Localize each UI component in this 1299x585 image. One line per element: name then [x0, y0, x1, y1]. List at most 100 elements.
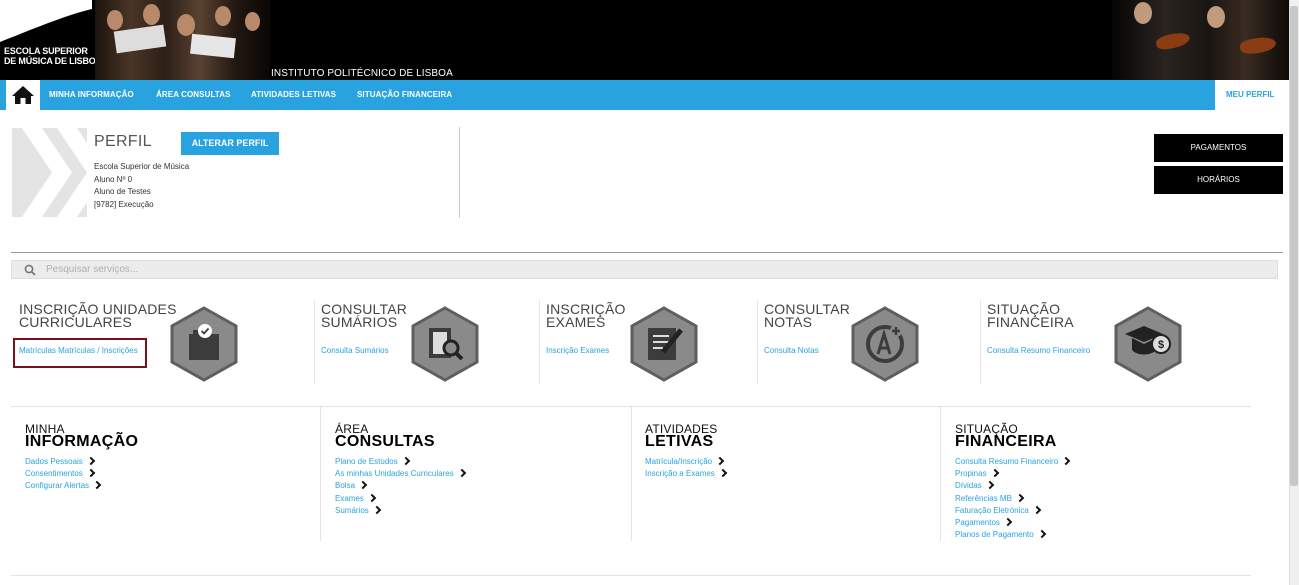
choir-photo [95, 0, 270, 80]
tile-link-resumo-financeiro[interactable]: Consulta Resumo Financeiro [987, 346, 1090, 355]
col-heading-big: CONSULTAS [335, 433, 435, 450]
link-consentimentos[interactable]: Consentimentos [25, 468, 100, 480]
link-dividas[interactable]: Dívidas [955, 480, 1069, 492]
payments-button[interactable]: PAGAMENTOS [1154, 134, 1283, 162]
chevron-right-icon [990, 468, 999, 478]
tile-link-notas[interactable]: Consulta Notas [764, 346, 819, 355]
tile-separator [980, 300, 981, 384]
link-unidades-curriculares[interactable]: As minhas Unidades Curriculares [335, 468, 466, 480]
profile-school: Escola Superior de Música [94, 162, 190, 171]
profile-details: Escola Superior de Música Aluno Nº 0 Alu… [94, 161, 189, 211]
menu-col-consultas: ÁREA CONSULTAS Plano de Estudos As minha… [335, 407, 625, 541]
link-faturacao-eletronica[interactable]: Faturação Eletrónica [955, 505, 1069, 517]
document-search-icon[interactable] [410, 306, 480, 382]
link-matricula-inscricao[interactable]: Matrícula/Inscrição [645, 456, 726, 468]
search-input[interactable] [46, 261, 1246, 278]
col-separator [320, 407, 321, 541]
col-link-list: Matrícula/Inscrição Inscrição a Exames [645, 456, 728, 480]
chevron-right-icon [457, 468, 466, 478]
nav-area-consultas[interactable]: ÁREA CONSULTAS [156, 80, 231, 110]
chevron-right-icon [401, 456, 410, 466]
link-dados-pessoais[interactable]: Dados Pessoais [25, 456, 100, 468]
tile-title: CONSULTAR SUMÁRIOS [321, 301, 408, 330]
chevron-right-icon [1032, 505, 1042, 515]
chevron-right-icon [86, 468, 96, 478]
tile-situacao-financeira: SITUAÇÃO FINANCEIRA Consulta Resumo Finan… [987, 300, 1207, 384]
link-sumarios[interactable]: Sumários [335, 505, 465, 517]
nav-situacao-financeira[interactable]: SITUAÇÃO FINANCEIRA [357, 80, 452, 110]
tile-consultar-sumarios: CONSULTAR SUMÁRIOS Consulta Sumários [321, 300, 531, 384]
chevron-right-icon [367, 493, 377, 502]
link-exames[interactable]: Exames [335, 493, 465, 505]
chevron-right-icon [86, 456, 96, 466]
violinists-photo [1112, 0, 1289, 80]
nav-atividades-letivas[interactable]: ATIVIDADES LETIVAS [251, 80, 336, 110]
nav-meu-perfil[interactable]: MEU PERFIL [1215, 80, 1289, 110]
tile-title: CONSULTAR NOTAS [764, 301, 851, 330]
school-name: ESCOLA SUPERIOR DE MÚSICA DE LISBOA [4, 46, 102, 66]
scroll-thumb[interactable] [1290, 6, 1298, 486]
highlight-box [13, 338, 147, 368]
grade-a-plus-icon[interactable] [850, 306, 920, 382]
tile-link-exames[interactable]: Inscrição Exames [546, 346, 609, 355]
menu-col-atividades: ATIVIDADES LETIVAS Matrícula/Inscrição I… [645, 407, 935, 541]
chevron-right-icon [1061, 456, 1071, 466]
chevron-right-icon [718, 468, 728, 478]
link-inscricao-exames[interactable]: Inscrição a Exames [645, 468, 728, 480]
change-profile-button[interactable]: ALTERAR PERFIL [181, 132, 279, 155]
profile-divider [459, 127, 460, 218]
tile-link-sumarios[interactable]: Consulta Sumários [321, 346, 389, 355]
link-plano-estudos[interactable]: Plano de Estudos [335, 456, 465, 468]
section-divider [11, 252, 1283, 253]
link-resumo-financeiro[interactable]: Consulta Resumo Financeiro [955, 456, 1071, 468]
col-separator [631, 407, 632, 541]
nav-minha-informacao[interactable]: MINHA INFORMAÇÃO [49, 80, 134, 110]
link-propinas[interactable]: Propinas [955, 468, 1069, 480]
chevron-right-icon [1037, 529, 1046, 539]
profile-avatar [12, 128, 87, 217]
menu-bottom-divider [11, 575, 1251, 576]
header-banner: ESCOLA SUPERIOR DE MÚSICA DE LISBOA INST… [0, 0, 1289, 80]
graduation-money-icon[interactable]: $ [1113, 306, 1183, 382]
profile-title: PERFIL [94, 133, 152, 150]
main-nav: MINHA INFORMAÇÃO ÁREA CONSULTAS ATIVIDAD… [0, 80, 1289, 110]
link-bolsa[interactable]: Bolsa [335, 480, 465, 492]
link-configurar-alertas[interactable]: Configurar Alertas [25, 480, 102, 492]
service-search [11, 260, 1278, 279]
home-icon [12, 86, 34, 104]
school-logo[interactable] [0, 0, 92, 44]
chevron-right-icon [985, 481, 994, 490]
tile-separator [314, 300, 315, 384]
col-heading-big: FINANCEIRA [955, 433, 1057, 450]
col-separator [940, 407, 941, 541]
institute-name: INSTITUTO POLITÉCNICO DE LISBOA [271, 68, 453, 79]
col-heading-big: LETIVAS [645, 433, 714, 450]
tile-title: INSCRIÇÃO EXAMES [546, 301, 626, 330]
home-button[interactable] [6, 80, 40, 110]
exam-edit-icon[interactable] [629, 306, 699, 382]
col-link-list: Consulta Resumo Financeiro Propinas Dívi… [955, 456, 1071, 541]
profile-student-name: Aluno de Testes [94, 187, 151, 196]
link-planos-pagamento[interactable]: Planos de Pagamento [955, 529, 1069, 541]
tile-title: SITUAÇÃO FINANCEIRA [987, 301, 1074, 330]
link-referencias-mb[interactable]: Referências MB [955, 493, 1069, 505]
chevron-placeholder-icon [22, 128, 87, 217]
schedules-button[interactable]: HORÁRIOS [1154, 166, 1283, 194]
chevron-right-icon [358, 481, 368, 490]
search-icon [24, 264, 36, 276]
tile-inscricao-exames: INSCRIÇÃO EXAMES Inscrição Exames [546, 300, 751, 384]
page-scrollbar[interactable] [1289, 0, 1299, 585]
link-pagamentos[interactable]: Pagamentos [955, 517, 1069, 529]
col-link-list: Dados Pessoais Consentimentos Configurar… [25, 456, 102, 493]
tile-separator [757, 300, 758, 384]
tile-title: INSCRIÇÃO UNIDADES CURRICULARES [19, 301, 177, 330]
svg-text:$: $ [1158, 339, 1164, 351]
tile-separator [539, 300, 540, 384]
menu-col-financeira: SITUAÇÃO FINANCEIRA Consulta Resumo Fina… [955, 407, 1245, 541]
checklist-icon[interactable] [169, 306, 239, 382]
chevron-right-icon [92, 481, 102, 490]
chevron-right-icon [372, 505, 382, 515]
col-link-list: Plano de Estudos As minhas Unidades Curr… [335, 456, 466, 517]
chevron-right-icon [715, 456, 725, 466]
tile-consultar-notas: CONSULTAR NOTAS Consulta Notas [764, 300, 974, 384]
